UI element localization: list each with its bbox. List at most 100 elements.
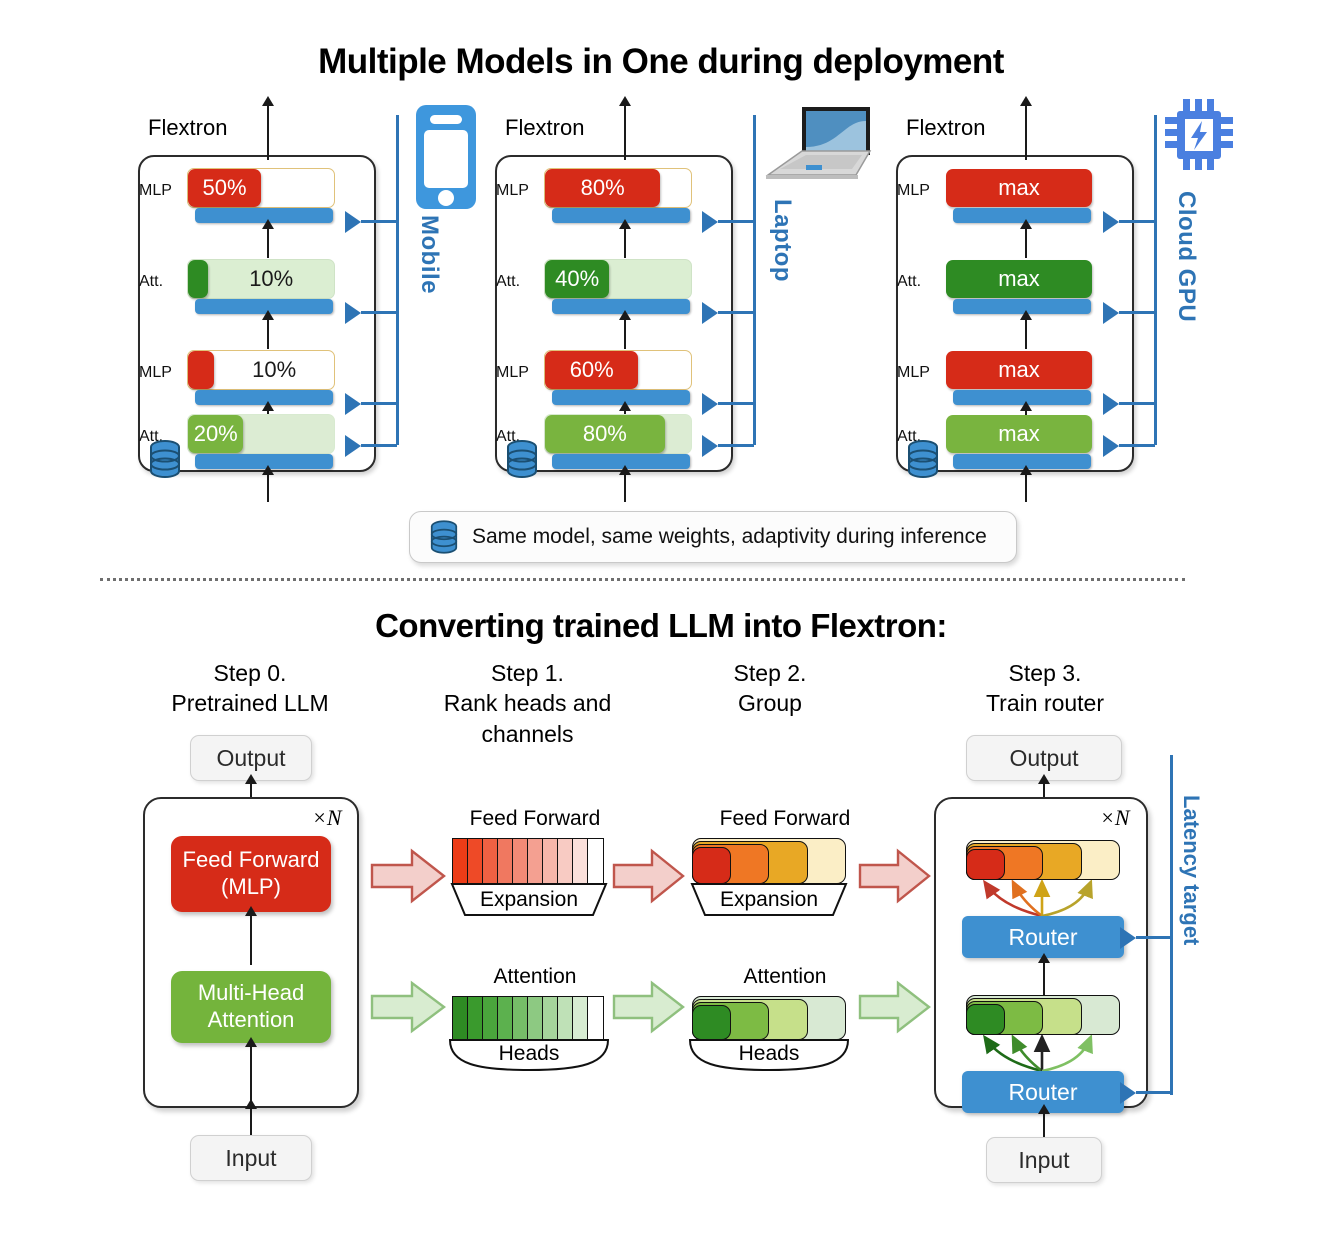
step0-input-box: Input	[190, 1135, 312, 1181]
step0-arrow-in-block	[245, 1037, 257, 1104]
section-divider	[100, 578, 1185, 581]
segment	[483, 839, 498, 883]
capacity-bar-fill: max	[946, 415, 1092, 453]
capacity-bar-fill: max	[946, 169, 1092, 207]
latency-branch-ff	[1136, 936, 1172, 939]
deployment-section: Flextron MLP 50% Att. 10% MLP 10% Att. 2…	[0, 95, 1322, 575]
layer-tag: MLP	[897, 364, 930, 381]
flow-arrow	[619, 310, 631, 349]
step3-att-groups	[966, 995, 1120, 1035]
legend-text: Same model, same weights, adaptivity dur…	[472, 525, 987, 548]
group-band	[966, 1004, 1005, 1035]
segment	[498, 839, 513, 883]
layer-tag: Att.	[897, 273, 922, 290]
capacity-value: 50%	[202, 175, 247, 200]
device-branch	[718, 311, 754, 314]
capacity-value: max	[998, 266, 1040, 291]
step0-mha-label: Multi-Head Attention	[197, 980, 305, 1032]
database-icon	[507, 440, 537, 478]
segment	[513, 997, 528, 1039]
flextron-label-gpu: Flextron	[906, 115, 986, 140]
capacity-bar-fill: max	[946, 260, 1092, 298]
capacity-value: 10%	[249, 266, 294, 291]
device-branch	[361, 220, 397, 223]
device-bus-mobile	[396, 115, 399, 445]
latency-target-label: Latency target	[1179, 795, 1204, 946]
flextron-label-laptop: Flextron	[505, 115, 585, 140]
device-label-mobile: Mobile	[416, 215, 443, 294]
device-branch	[1119, 311, 1155, 314]
device-branch	[361, 311, 397, 314]
step3-att-router-arrows	[983, 1033, 1093, 1073]
mobile-phone-icon	[416, 105, 476, 209]
segment	[588, 839, 603, 883]
step-heading-1: Step 1. Rank heads and channels	[443, 660, 612, 747]
segment	[513, 839, 528, 883]
capacity-value: 80%	[582, 421, 627, 446]
capacity-bar-fill	[188, 351, 215, 389]
device-branch-arrow	[1103, 302, 1119, 324]
capacity-value: 60%	[569, 357, 614, 382]
layer-tag: Att.	[496, 273, 521, 290]
device-branch-arrow	[702, 302, 718, 324]
segment	[543, 997, 558, 1039]
segment	[468, 839, 483, 883]
device-branch	[1119, 402, 1155, 405]
capacity-bar-track: 80%	[544, 414, 692, 454]
segment	[453, 997, 468, 1039]
conversion-section: Step 0. Pretrained LLM Step 1. Rank head…	[0, 650, 1322, 1234]
capacity-bar-fill: 60%	[545, 351, 639, 389]
page-title-top: Multiple Models in One during deployment	[318, 42, 1004, 81]
step3-ff-router[interactable]: Router	[962, 916, 1124, 958]
legend-banner: Same model, same weights, adaptivity dur…	[409, 511, 1017, 563]
capacity-bar-fill: 20%	[188, 415, 244, 453]
segment	[558, 839, 573, 883]
capacity-value: max	[998, 421, 1040, 446]
step2-ff-axis-label: Expansion	[719, 888, 819, 911]
input-arrow-mobile	[262, 465, 274, 502]
device-branch	[1119, 220, 1155, 223]
capacity-bar-track: 20%	[187, 414, 335, 454]
step-heading-2: Step 2. Group	[733, 660, 807, 717]
step1-ff-title: Feed Forward	[469, 807, 601, 830]
flow-arrow	[619, 219, 631, 258]
step0-feed-forward-block: Feed Forward (MLP)	[171, 836, 331, 912]
device-branch-arrow	[702, 435, 718, 457]
capacity-value: max	[998, 357, 1040, 382]
capacity-bar-fill	[188, 260, 209, 298]
group-band	[966, 849, 1005, 880]
segment	[453, 839, 468, 883]
device-branch-arrow	[345, 211, 361, 233]
flow-arrow-att-2to3	[858, 980, 931, 1034]
gpu-chip-icon	[1165, 99, 1233, 170]
device-branch	[718, 220, 754, 223]
step3-ff-groups	[966, 840, 1120, 880]
flow-arrow	[262, 219, 274, 258]
device-branch	[361, 444, 397, 447]
capacity-value: 20%	[193, 421, 238, 446]
device-branch-arrow	[1103, 211, 1119, 233]
capacity-bar-fill: max	[946, 351, 1092, 389]
step2-att-axis-label: Heads	[738, 1042, 800, 1065]
device-label-gpu: Cloud GPU	[1173, 191, 1200, 323]
group-band	[692, 847, 731, 884]
segment	[543, 839, 558, 883]
step0-attention-block: Multi-Head Attention	[171, 971, 331, 1043]
capacity-value: max	[998, 175, 1040, 200]
group-band	[692, 1005, 731, 1040]
capacity-value: 40%	[555, 266, 600, 291]
step0-repeat-label: ×N	[312, 805, 342, 830]
step-heading-3: Step 3. Train router	[985, 660, 1105, 717]
step3-ff-router-arrows	[983, 878, 1093, 918]
segment	[558, 997, 573, 1039]
step0-ff-label: Feed Forward (MLP)	[182, 847, 320, 899]
input-arrow-gpu	[1020, 465, 1032, 502]
capacity-bar-track: max	[945, 414, 1093, 454]
input-arrow-laptop	[619, 465, 631, 502]
device-branch-arrow	[1103, 435, 1119, 457]
layer-tag: MLP	[139, 182, 172, 199]
device-branch	[718, 444, 754, 447]
capacity-bar-fill: 50%	[188, 169, 261, 207]
segment	[573, 997, 588, 1039]
device-branch	[361, 402, 397, 405]
